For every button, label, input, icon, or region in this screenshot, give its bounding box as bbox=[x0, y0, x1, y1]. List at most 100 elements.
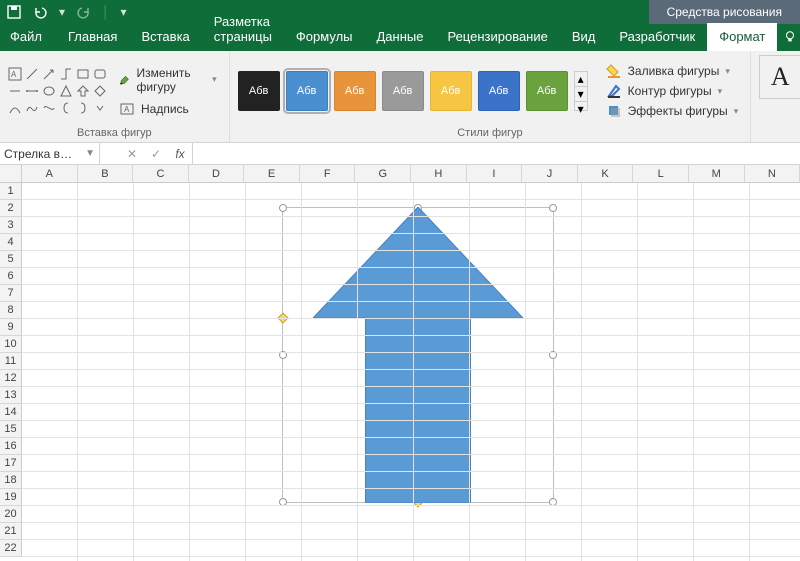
tab-developer[interactable]: Разработчик bbox=[607, 23, 707, 51]
quick-access-toolbar: ▾ │ ▾ bbox=[0, 4, 128, 20]
column-header[interactable]: N bbox=[745, 165, 800, 183]
row-header[interactable]: 16 bbox=[0, 438, 22, 455]
row-header[interactable]: 21 bbox=[0, 523, 22, 540]
enter-icon[interactable]: ✓ bbox=[144, 143, 168, 164]
column-header[interactable]: I bbox=[467, 165, 523, 183]
shape-roundrect-icon[interactable] bbox=[93, 67, 107, 81]
gallery-scroll-down-icon[interactable]: ▾ bbox=[575, 86, 587, 101]
tab-insert[interactable]: Вставка bbox=[129, 23, 201, 51]
row-header[interactable]: 6 bbox=[0, 268, 22, 285]
shape-line-icon[interactable] bbox=[25, 67, 39, 81]
row-header[interactable]: 13 bbox=[0, 387, 22, 404]
gallery-more-icon[interactable]: ▾ bbox=[575, 101, 587, 116]
tab-home[interactable]: Главная bbox=[56, 23, 129, 51]
row-header[interactable]: 5 bbox=[0, 251, 22, 268]
style-swatch-2[interactable]: Абв bbox=[286, 71, 328, 111]
shape-effects-button[interactable]: Эффекты фигуры ▾ bbox=[602, 102, 743, 120]
shape-rect-icon[interactable] bbox=[76, 67, 90, 81]
column-header[interactable]: G bbox=[355, 165, 411, 183]
row-header[interactable]: 2 bbox=[0, 200, 22, 217]
tab-format[interactable]: Формат bbox=[707, 23, 777, 51]
row-header[interactable]: 22 bbox=[0, 540, 22, 557]
shape-textbox-icon[interactable]: A bbox=[8, 67, 22, 81]
redo-icon[interactable] bbox=[76, 4, 92, 20]
shape-style-gallery: Абв Абв Абв Абв Абв Абв Абв ▴ ▾ ▾ bbox=[238, 71, 588, 111]
row-header[interactable]: 10 bbox=[0, 336, 22, 353]
tab-view[interactable]: Вид bbox=[560, 23, 608, 51]
shape-outline-button[interactable]: Контур фигуры ▾ bbox=[602, 82, 743, 100]
shape-freeform-icon[interactable] bbox=[25, 101, 39, 115]
row-header[interactable]: 8 bbox=[0, 302, 22, 319]
shape-more-icon[interactable] bbox=[93, 101, 107, 115]
row-header[interactable]: 12 bbox=[0, 370, 22, 387]
row-header[interactable]: 9 bbox=[0, 319, 22, 336]
edit-shape-button[interactable]: Изменить фигуру ▾ bbox=[115, 64, 221, 96]
column-header[interactable]: D bbox=[189, 165, 245, 183]
row-header[interactable]: 15 bbox=[0, 421, 22, 438]
cancel-icon[interactable]: ✕ bbox=[120, 143, 144, 164]
cells-area[interactable] bbox=[22, 183, 800, 561]
shape-triangle-icon[interactable] bbox=[59, 84, 73, 98]
textbox-button[interactable]: A Надпись bbox=[115, 99, 221, 119]
style-swatch-5[interactable]: Абв bbox=[430, 71, 472, 111]
wordart-swatch-1[interactable]: A bbox=[759, 55, 800, 99]
row-header[interactable]: 14 bbox=[0, 404, 22, 421]
column-header[interactable]: F bbox=[300, 165, 356, 183]
shape-uparrow-icon[interactable] bbox=[76, 84, 90, 98]
column-header[interactable]: K bbox=[578, 165, 634, 183]
style-swatch-1[interactable]: Абв bbox=[238, 71, 280, 111]
shape-fill-button[interactable]: Заливка фигуры ▾ bbox=[602, 62, 743, 80]
tab-data[interactable]: Данные bbox=[365, 23, 436, 51]
grid-row-line bbox=[22, 319, 800, 336]
shape-line3-icon[interactable] bbox=[25, 84, 39, 98]
shape-diamond-icon[interactable] bbox=[93, 84, 107, 98]
column-header[interactable]: A bbox=[22, 165, 78, 183]
grid-row-line bbox=[22, 370, 800, 387]
shapes-gallery[interactable]: A bbox=[8, 67, 107, 115]
column-header[interactable]: H bbox=[411, 165, 467, 183]
row-header[interactable]: 1 bbox=[0, 183, 22, 200]
row-header[interactable]: 3 bbox=[0, 217, 22, 234]
tell-me[interactable]: Ч bbox=[777, 24, 800, 51]
column-header[interactable]: M bbox=[689, 165, 745, 183]
tab-page-layout[interactable]: Разметка страницы bbox=[202, 8, 284, 51]
row-header[interactable]: 17 bbox=[0, 455, 22, 472]
name-box[interactable]: Стрелка в… ▼ bbox=[0, 143, 100, 164]
row-header[interactable]: 20 bbox=[0, 506, 22, 523]
tab-file[interactable]: Файл bbox=[0, 23, 56, 51]
shape-rbrace-icon[interactable] bbox=[76, 101, 90, 115]
shape-elbow-icon[interactable] bbox=[59, 67, 73, 81]
tab-review[interactable]: Рецензирование bbox=[435, 23, 559, 51]
name-box-dropdown-icon[interactable]: ▼ bbox=[85, 148, 95, 159]
fx-icon[interactable]: fx bbox=[168, 147, 192, 161]
column-header[interactable]: C bbox=[133, 165, 189, 183]
style-swatch-6[interactable]: Абв bbox=[478, 71, 520, 111]
style-swatch-7[interactable]: Абв bbox=[526, 71, 568, 111]
shape-effects-label: Эффекты фигуры bbox=[628, 104, 728, 118]
shape-arrow-icon[interactable] bbox=[42, 67, 56, 81]
row-header[interactable]: 18 bbox=[0, 472, 22, 489]
style-swatch-3[interactable]: Абв bbox=[334, 71, 376, 111]
shape-lbrace-icon[interactable] bbox=[59, 101, 73, 115]
save-icon[interactable] bbox=[6, 4, 22, 20]
worksheet-grid[interactable]: ABCDEFGHIJKLMN 1234567891011121314151617… bbox=[0, 165, 800, 561]
style-swatch-4[interactable]: Абв bbox=[382, 71, 424, 111]
select-all-button[interactable] bbox=[0, 165, 22, 183]
undo-dropdown-icon[interactable]: ▾ bbox=[58, 4, 66, 20]
row-header[interactable]: 19 bbox=[0, 489, 22, 506]
shape-line2-icon[interactable] bbox=[8, 84, 22, 98]
row-header[interactable]: 4 bbox=[0, 234, 22, 251]
shape-oval-icon[interactable] bbox=[42, 84, 56, 98]
shape-curve2-icon[interactable] bbox=[42, 101, 56, 115]
row-header[interactable]: 11 bbox=[0, 353, 22, 370]
column-header[interactable]: L bbox=[633, 165, 689, 183]
shape-curve-icon[interactable] bbox=[8, 101, 22, 115]
column-header[interactable]: E bbox=[244, 165, 300, 183]
column-header[interactable]: J bbox=[522, 165, 578, 183]
column-header[interactable]: B bbox=[78, 165, 134, 183]
gallery-scroll-up-icon[interactable]: ▴ bbox=[575, 72, 587, 86]
undo-icon[interactable] bbox=[32, 4, 48, 20]
row-header[interactable]: 7 bbox=[0, 285, 22, 302]
tab-formulas[interactable]: Формулы bbox=[284, 23, 365, 51]
qat-customize-icon[interactable]: ▾ bbox=[120, 4, 128, 20]
